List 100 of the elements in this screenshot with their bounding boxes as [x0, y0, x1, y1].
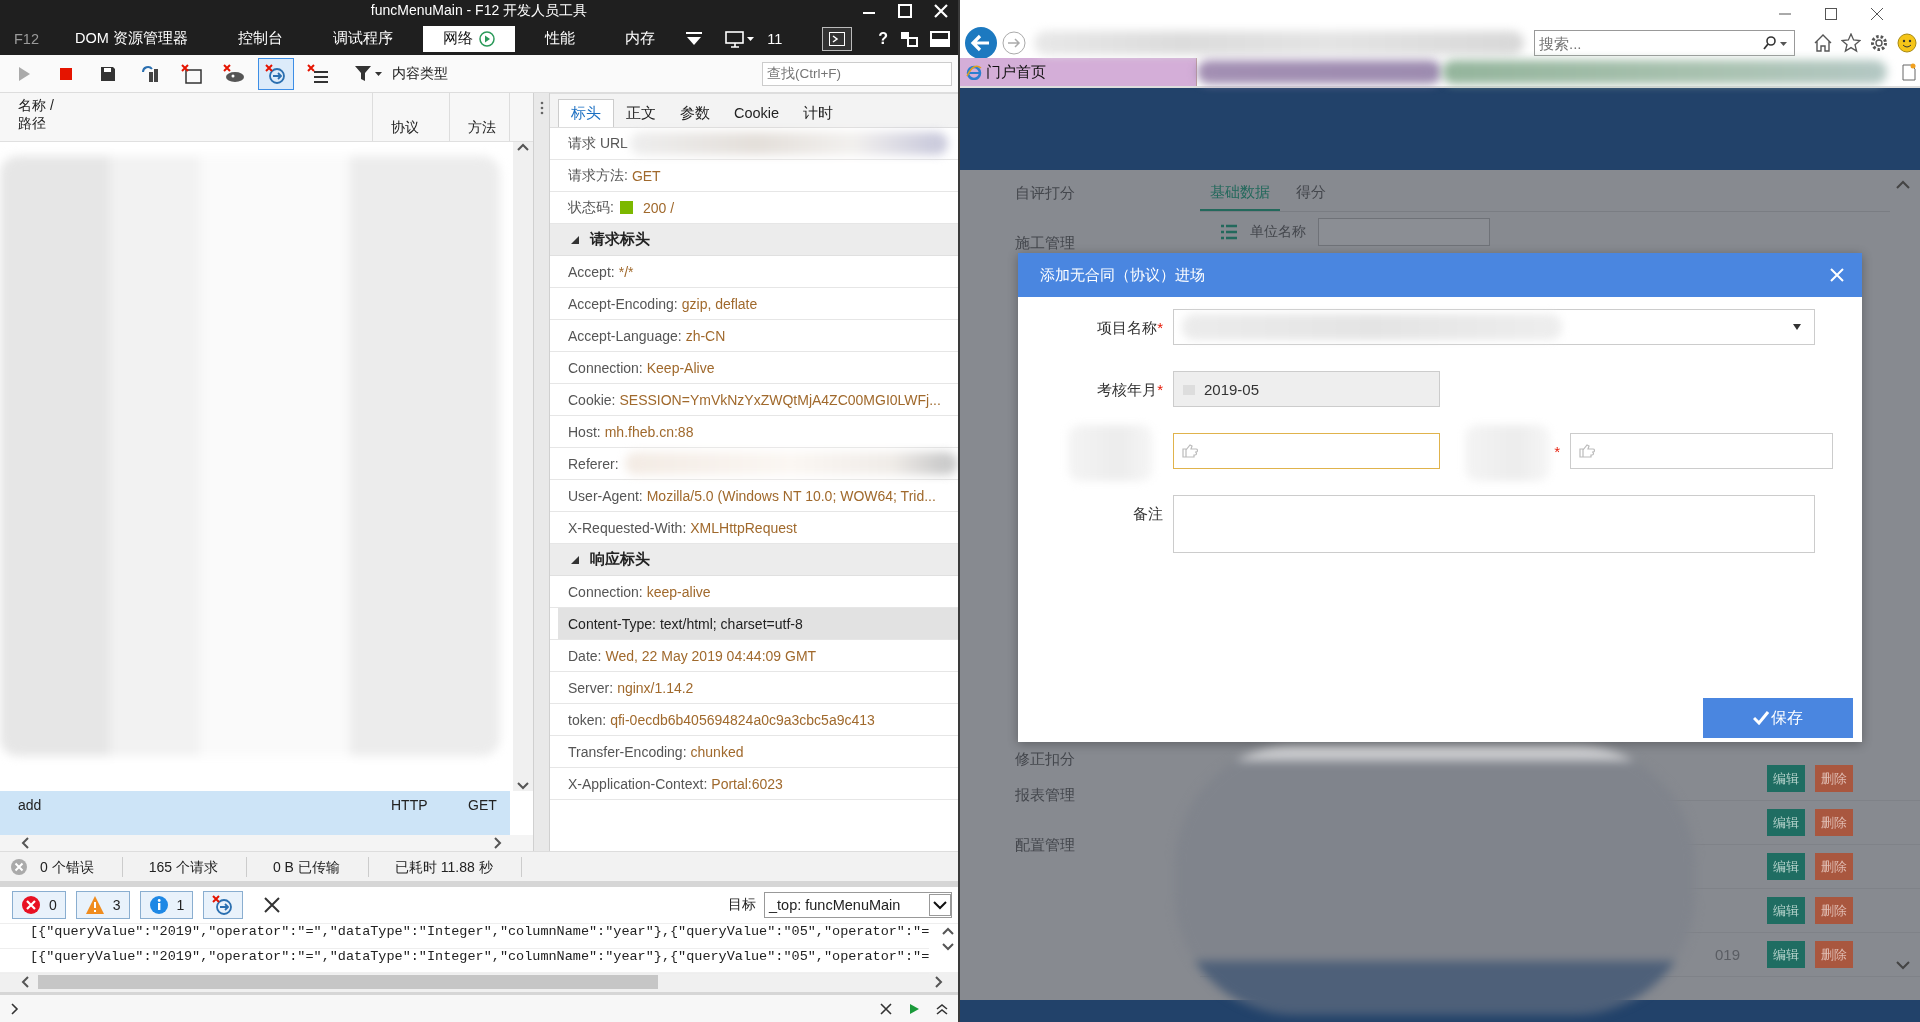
run-icon[interactable] [908, 1002, 920, 1015]
search-field[interactable]: 查找(Ctrl+F) [762, 61, 952, 86]
back-button[interactable] [964, 26, 998, 60]
splitter-handle-icon[interactable] [539, 101, 544, 115]
scroll-right-icon[interactable] [493, 837, 503, 849]
clear-navigate-icon [265, 63, 287, 84]
console-icon [829, 31, 846, 46]
scroll-up-icon[interactable] [517, 142, 529, 152]
target-dropdown[interactable]: _top: funcMenuMain [764, 892, 952, 918]
console-line: [{"queryValue":"2019","operator":"=","dataType":"Integer","columnName":"year"},{"queryValue":"05","operator":"= [0, 924, 930, 949]
edit-button[interactable]: 编辑 [1767, 897, 1805, 924]
hand-pointer-icon [1579, 444, 1595, 458]
tab[interactable]: DOM 资源管理器 [55, 25, 208, 52]
clear-window-button[interactable] [181, 63, 203, 84]
unit-name-field[interactable] [1318, 218, 1490, 246]
scroll-left-icon[interactable] [20, 976, 30, 988]
star-icon[interactable] [1841, 33, 1861, 53]
globe-icon [966, 64, 982, 80]
error-circle-icon [10, 857, 28, 876]
save-button[interactable]: 保存 [1703, 698, 1853, 738]
scroll-down-icon[interactable] [942, 942, 954, 952]
close-icon[interactable] [1870, 7, 1884, 21]
search-icon[interactable] [1763, 36, 1789, 50]
tab[interactable]: 网络 [422, 25, 515, 52]
header-entry: Cookie: SESSION=YmVkNzYxZWQtMjA4ZC00MGI0LWFj... [567, 390, 942, 410]
edit-button[interactable]: 编辑 [1767, 853, 1805, 880]
scroll-down-icon[interactable] [517, 781, 529, 791]
info-filter-button[interactable]: 1 [139, 891, 194, 919]
windows-icon[interactable] [900, 30, 918, 47]
tab[interactable]: 标头 [558, 99, 614, 127]
dialog-title: 添加无合同（协议）进场 [1040, 265, 1205, 285]
header-entry: 请求 URL [567, 133, 628, 153]
clear-input-icon[interactable] [880, 1002, 892, 1015]
input-field[interactable] [1570, 433, 1833, 469]
smiley-icon[interactable] [1897, 33, 1917, 53]
header-entry: Connection: keep-alive [567, 582, 712, 602]
scroll-up-icon[interactable] [942, 926, 954, 936]
tab[interactable]: 参数 [668, 99, 722, 127]
request-row[interactable]: add HTTP GET [0, 791, 510, 835]
dropdown-caret-icon [929, 894, 951, 916]
expand-icon[interactable] [936, 1002, 948, 1015]
tab[interactable]: 正文 [614, 99, 668, 127]
header-entry: Connection: Keep-Alive [567, 358, 716, 378]
list-icon [1220, 224, 1238, 240]
header-entry: Transfer-Encoding: chunked [567, 742, 745, 762]
date-field[interactable]: 2019-05 [1173, 371, 1440, 407]
refresh-clear-button[interactable] [140, 63, 160, 84]
tab[interactable]: 计时 [791, 99, 846, 127]
expand-triangle-icon[interactable] [570, 234, 580, 245]
required-mark: * [1554, 443, 1560, 460]
required-mark: * [1157, 381, 1163, 398]
header-entry: 状态码: 200 / [567, 197, 676, 218]
browser-tab[interactable]: 门户首页 [960, 58, 1197, 86]
monitor-icon[interactable] [725, 29, 756, 48]
maximize-icon[interactable] [1824, 7, 1838, 21]
save-button[interactable] [99, 64, 117, 83]
column-header[interactable]: 名称 / 路径 [0, 93, 373, 141]
warning-filter-button[interactable]: 3 [75, 891, 130, 919]
scroll-left-icon[interactable] [20, 837, 30, 849]
tab[interactable]: Cookie [722, 99, 792, 127]
expand-triangle-icon[interactable] [570, 554, 580, 565]
filter-label[interactable]: 内容类型 [392, 64, 448, 83]
filter-icon[interactable] [354, 64, 384, 83]
edit-button[interactable]: 编辑 [1767, 809, 1805, 836]
help-button[interactable]: ? [878, 29, 888, 48]
remarks-field[interactable] [1173, 495, 1815, 553]
more-tabs-icon[interactable] [684, 31, 703, 46]
tab[interactable]: 性能 [524, 25, 595, 52]
edit-button[interactable]: 编辑 [1767, 941, 1805, 968]
tab[interactable]: 调试程序 [312, 25, 413, 52]
field-label: 项目名称 [1097, 319, 1158, 338]
error-filter-button[interactable]: 0 [12, 891, 66, 919]
table-cell-text: add [17, 796, 43, 815]
search-field[interactable]: 搜索... [1534, 30, 1795, 56]
hand-pointer-icon [1182, 444, 1198, 458]
always-clear-toggle[interactable] [258, 57, 294, 90]
clear-on-navigate-button[interactable] [203, 891, 244, 919]
dock-icon[interactable] [930, 30, 950, 47]
header-entry: Accept: */* [567, 262, 635, 282]
header-entry: Accept-Language: zh-CN [567, 326, 727, 346]
console-button[interactable] [822, 26, 853, 51]
settings-icon[interactable] [1869, 33, 1889, 53]
header-entry: Date: Wed, 22 May 2019 04:44:09 GMT [567, 646, 818, 666]
scrollbar-thumb[interactable] [38, 975, 658, 989]
column-header[interactable]: 协议 [373, 93, 450, 141]
clear-navigate-icon [212, 895, 235, 915]
column-header[interactable]: 方法 [450, 93, 510, 141]
window-title: funcMenuMain - F12 开发人员工具 [370, 2, 588, 20]
document-mode-text[interactable]: 11 [767, 30, 783, 47]
header-entry: Content-Type: text/html; charset=utf-8 [558, 608, 958, 639]
clear-cookies-button[interactable] [223, 63, 245, 84]
tab[interactable]: 控制台 [217, 25, 303, 52]
tab[interactable]: 内存 [604, 25, 675, 52]
edit-button[interactable]: 编辑 [1767, 765, 1805, 792]
scroll-right-icon[interactable] [934, 976, 944, 988]
clear-entries-button[interactable] [307, 63, 329, 84]
input-field[interactable] [1173, 433, 1440, 469]
clear-console-icon[interactable] [263, 896, 282, 914]
home-icon[interactable] [1813, 33, 1833, 53]
stop-button[interactable] [58, 65, 74, 82]
